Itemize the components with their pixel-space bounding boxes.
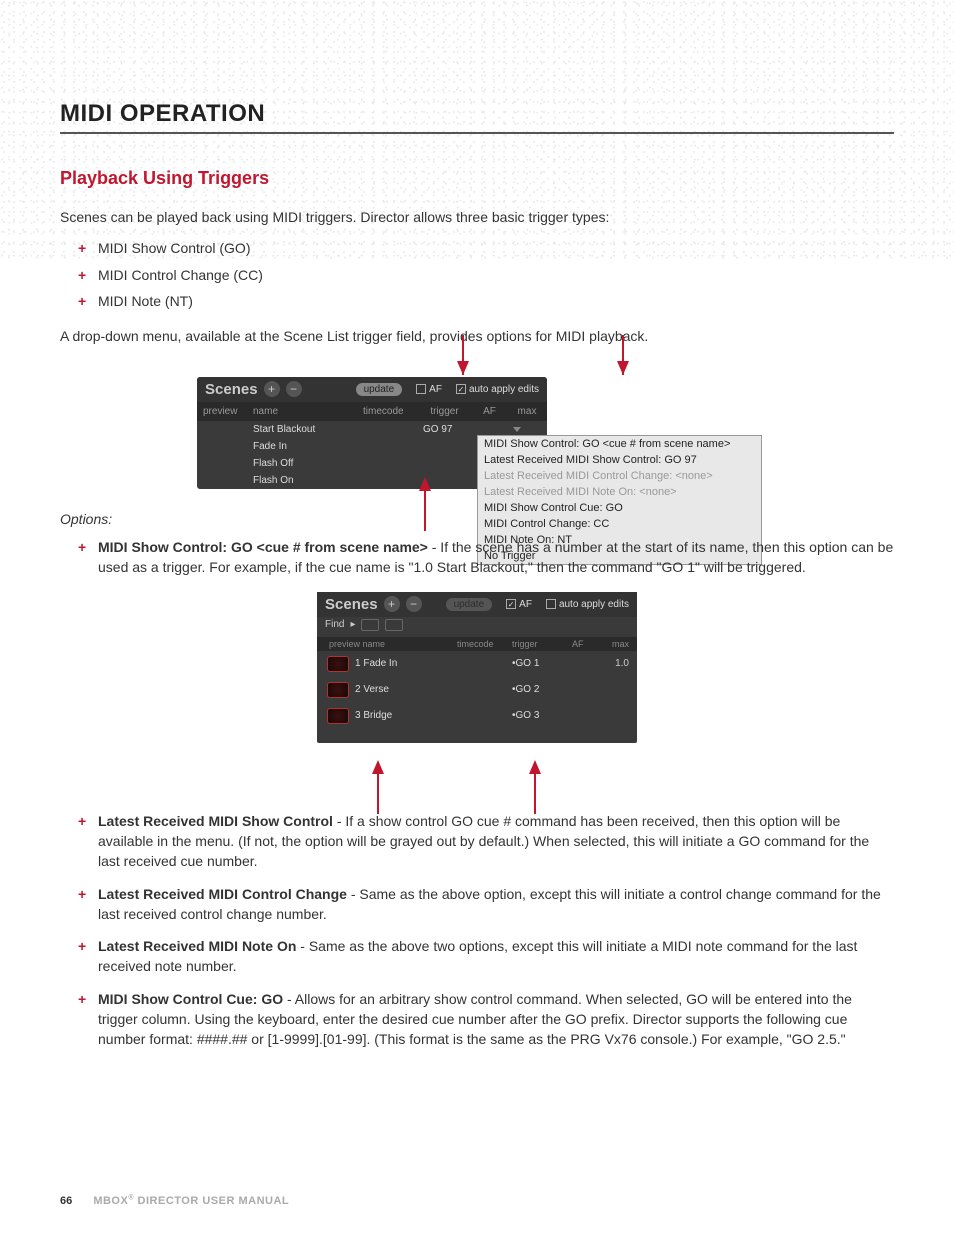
scenes-panel-title: Scenes	[205, 381, 258, 398]
scene-row[interactable]: 2 Verse•GO 2	[317, 677, 637, 703]
auto-apply-label: auto apply edits	[469, 384, 539, 395]
scene-name: Start Blackout	[247, 422, 357, 437]
red-arrow-down-icon	[457, 361, 469, 375]
scene-row[interactable]: 3 Bridge•GO 3	[317, 703, 637, 729]
option-item: Latest Received MIDI Note On - Same as t…	[78, 936, 894, 977]
list-item: MIDI Control Change (CC)	[78, 264, 894, 286]
dropdown-item-disabled: Latest Received MIDI Note On: <none>	[478, 484, 761, 500]
after-text: A drop-down menu, available at the Scene…	[60, 326, 894, 346]
option-item: Latest Received MIDI Show Control - If a…	[78, 811, 894, 872]
col-trigger: trigger	[417, 404, 472, 419]
trigger-value: GO 97	[423, 424, 452, 435]
update-button[interactable]: update	[446, 598, 493, 611]
footer-subtitle: DIRECTOR USER MANUAL	[138, 1195, 290, 1207]
find-label: Find	[325, 619, 344, 630]
col-max: max	[507, 404, 547, 419]
registered-icon: ®	[128, 1194, 134, 1201]
trigger-value: •GO 3	[512, 710, 572, 721]
scene-row[interactable]: 1 Fade In•GO 1 1.0	[317, 651, 637, 677]
update-button[interactable]: update	[356, 383, 403, 396]
scene-name: Fade In	[247, 439, 357, 454]
scene-name: 1 Fade In	[355, 658, 512, 669]
find-arrow-icon: ▸	[350, 619, 355, 630]
red-arrow-down-icon	[617, 361, 629, 375]
max-value: 1.0	[602, 658, 637, 669]
col-trigger: trigger	[512, 639, 572, 649]
intro-text: Scenes can be played back using MIDI tri…	[60, 207, 894, 227]
section-title: Playback Using Triggers	[60, 168, 894, 189]
option-bold: Latest Received MIDI Show Control	[98, 813, 333, 829]
page-title: MIDI OPERATION	[60, 100, 894, 134]
list-item: MIDI Show Control (GO)	[78, 237, 894, 259]
trigger-type-list: MIDI Show Control (GO) MIDI Control Chan…	[78, 237, 894, 312]
dropdown-arrow-icon[interactable]	[513, 427, 521, 432]
auto-apply-label: auto apply edits	[559, 599, 629, 610]
af-checkbox[interactable]: ✓AF	[506, 599, 532, 610]
option-bold: MIDI Show Control: GO <cue # from scene …	[98, 539, 428, 555]
plus-icon[interactable]: +	[264, 381, 280, 397]
tab-button[interactable]	[361, 619, 379, 631]
red-arrow-up-icon	[372, 760, 384, 774]
dropdown-item[interactable]: MIDI Control Change: CC	[478, 516, 761, 532]
preview-thumb-icon	[327, 708, 349, 724]
option-item: MIDI Show Control Cue: GO - Allows for a…	[78, 989, 894, 1050]
scene-name: Flash Off	[247, 456, 357, 471]
col-timecode: timecode	[357, 404, 417, 419]
scene-name: Flash On	[247, 473, 357, 488]
trigger-value: •GO 2	[512, 684, 572, 695]
option-item: MIDI Show Control: GO <cue # from scene …	[78, 537, 894, 578]
minus-icon[interactable]: −	[406, 596, 422, 612]
af-label: AF	[429, 384, 442, 395]
tab-button[interactable]	[385, 619, 403, 631]
trigger-value: •GO 1	[512, 658, 572, 669]
auto-apply-checkbox[interactable]: ✓auto apply edits	[456, 384, 539, 395]
footer-brand: MBOX	[93, 1195, 128, 1207]
option-bold: MIDI Show Control Cue: GO	[98, 991, 283, 1007]
dropdown-item-disabled: Latest Received MIDI Control Change: <no…	[478, 468, 761, 484]
preview-thumb-icon	[327, 682, 349, 698]
scenes-screenshot-1: Scenes + − update AF ✓auto apply edits p…	[197, 377, 757, 489]
scenes-screenshot-2: Scenes + − update ✓AF auto apply edits F…	[317, 592, 637, 743]
col-name: preview name	[317, 639, 457, 649]
plus-icon[interactable]: +	[384, 596, 400, 612]
dropdown-item[interactable]: MIDI Show Control Cue: GO	[478, 500, 761, 516]
option-bold: Latest Received MIDI Control Change	[98, 886, 347, 902]
preview-thumb-icon	[327, 656, 349, 672]
col-timecode: timecode	[457, 639, 512, 649]
minus-icon[interactable]: −	[286, 381, 302, 397]
auto-apply-checkbox[interactable]: auto apply edits	[546, 599, 629, 610]
page-footer: 66 MBOX® DIRECTOR USER MANUAL	[60, 1194, 289, 1207]
red-arrow-up-icon	[419, 477, 431, 491]
option-item: Latest Received MIDI Control Change - Sa…	[78, 884, 894, 925]
col-af: AF	[472, 404, 507, 419]
red-arrow-up-icon	[529, 760, 541, 774]
scene-name: 3 Bridge	[355, 710, 512, 721]
page-number: 66	[60, 1195, 72, 1207]
dropdown-item[interactable]: MIDI Show Control: GO <cue # from scene …	[478, 436, 761, 452]
col-max: max	[602, 639, 637, 649]
dropdown-item[interactable]: Latest Received MIDI Show Control: GO 97	[478, 452, 761, 468]
col-name: name	[247, 404, 357, 419]
af-checkbox[interactable]: AF	[416, 384, 442, 395]
col-preview: preview	[197, 404, 247, 419]
scenes-panel-title: Scenes	[325, 596, 378, 613]
scene-name: 2 Verse	[355, 684, 512, 695]
col-af: AF	[572, 639, 602, 649]
list-item: MIDI Note (NT)	[78, 290, 894, 312]
af-label: AF	[519, 599, 532, 610]
option-bold: Latest Received MIDI Note On	[98, 938, 296, 954]
